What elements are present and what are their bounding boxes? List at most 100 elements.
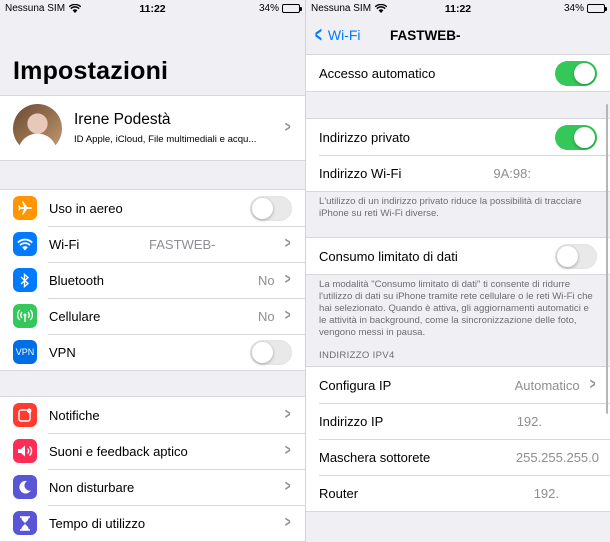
status-bar: Nessuna SIM 11:22 34% [0,0,305,17]
auto-join-toggle[interactable] [555,60,597,86]
auto-join-label: Accesso automatico [319,65,436,81]
chevron-right-icon: > [284,442,291,459]
wifi-address-label: Indirizzo Wi-Fi [319,165,402,181]
configure-ip-row[interactable]: Configura IP Automatico > [306,367,610,403]
carrier-label: Nessuna SIM [311,3,372,14]
carrier-label: Nessuna SIM [5,3,66,14]
sidebar-item-label: Cellulare [49,308,101,324]
wifi-network-value: FASTWEB- [149,236,216,252]
chevron-right-icon: > [284,307,291,324]
subnet-mask-value: 255.255.255.0 [515,449,599,465]
back-button[interactable]: < Wi-Fi [312,24,361,46]
sidebar-item-label: VPN [49,344,76,360]
battery-percent: 34% [258,3,279,14]
low-data-group: Consumo limitato di dati [306,237,610,275]
wifi-detail-panel: Nessuna SIM 11:22 34% < Wi-Fi FASTWEB- A… [305,0,610,542]
sidebar-item-label: Notifiche [49,407,100,423]
notifications-group: Notifiche > Suoni e feedback aptico > No… [0,396,305,542]
settings-row-bluetooth[interactable]: Bluetooth No > [0,262,305,298]
airplane-icon [13,196,37,220]
router-value: 192. [533,485,559,501]
wifi-signal-icon [375,4,388,13]
status-bar: Nessuna SIM 11:22 34% [306,0,610,17]
wifi-address-value: 9A:98: [493,165,531,181]
low-data-footnote: La modalità "Consumo limitato di dati" t… [319,279,593,338]
private-address-group: Indirizzo privato Indirizzo Wi-Fi 9A:98: [306,118,610,192]
private-address-toggle[interactable] [555,124,597,150]
sidebar-item-label: Suoni e feedback aptico [49,443,188,459]
profile-name: Irene Podestà [74,111,171,128]
notifications-icon [13,403,37,427]
apple-id-profile-row[interactable]: Irene Podestà ID Apple, iCloud, File mul… [0,95,305,161]
ipv4-group: Configura IP Automatico > Indirizzo IP 1… [306,366,610,512]
chevron-right-icon: > [284,406,291,423]
page-title: FASTWEB- [390,27,461,43]
settings-row-airplane-mode[interactable]: Uso in aereo [0,190,305,226]
low-data-label: Consumo limitato di dati [319,248,458,264]
wifi-address-row: Indirizzo Wi-Fi 9A:98: [306,155,610,191]
low-data-row[interactable]: Consumo limitato di dati [306,238,610,274]
sidebar-item-label: Non disturbare [49,479,135,495]
low-data-toggle[interactable] [555,243,597,269]
cellular-value: No [258,308,275,324]
chevron-right-icon: > [589,376,596,393]
battery-percent: 34% [563,3,584,14]
ipv4-section-header: INDIRIZZO IPV4 [319,350,395,361]
vpn-icon: VPN [13,340,37,364]
chevron-left-icon: < [314,22,322,47]
router-label: Router [319,485,359,501]
settings-row-vpn[interactable]: VPN VPN [0,334,305,370]
avatar [13,103,62,153]
router-row: Router 192. [306,475,610,511]
bluetooth-icon [13,268,37,292]
settings-panel: Nessuna SIM 11:22 34% Impostazioni Irene… [0,0,305,542]
connectivity-group: Uso in aereo Wi-Fi FASTWEB- > Bluetooth … [0,189,305,371]
chevron-right-icon: > [284,514,291,531]
wifi-icon [13,232,37,256]
wifi-signal-icon [69,4,82,13]
ip-address-label: Indirizzo IP [319,413,384,429]
chevron-right-icon: > [284,271,291,288]
subnet-mask-label: Maschera sottorete [319,449,431,465]
settings-row-wifi[interactable]: Wi-Fi FASTWEB- > [0,226,305,262]
battery-group: 34% [258,3,302,14]
vpn-toggle[interactable] [250,339,292,365]
hourglass-icon [13,511,37,535]
sidebar-item-label: Bluetooth [49,272,104,288]
chevron-right-icon: > [284,119,291,136]
bluetooth-value: No [258,272,275,288]
settings-row-notifications[interactable]: Notifiche > [0,397,305,433]
battery-group: 34% [563,3,607,14]
chevron-right-icon: > [284,478,291,495]
navigation-bar: < Wi-Fi FASTWEB- [306,17,610,53]
page-title: Impostazioni [13,57,169,85]
carrier-group: Nessuna SIM [311,3,388,14]
private-address-row[interactable]: Indirizzo privato [306,119,610,155]
carrier-group: Nessuna SIM [5,3,82,14]
sidebar-item-label: Uso in aereo [49,200,123,216]
back-button-label: Wi-Fi [327,27,361,43]
ip-address-value: 192. [516,413,542,429]
auto-join-group: Accesso automatico [306,54,610,92]
private-address-footnote: L'utilizzo di un indirizzo privato riduc… [319,196,582,219]
configure-ip-value: Automatico [514,377,580,393]
subnet-mask-row: Maschera sottorete 255.255.255.0 [306,439,610,475]
ip-address-row: Indirizzo IP 192. [306,403,610,439]
battery-icon [282,4,302,13]
moon-icon [13,475,37,499]
settings-row-sounds[interactable]: Suoni e feedback aptico > [0,433,305,469]
settings-row-cellular[interactable]: Cellulare No > [0,298,305,334]
airplane-mode-toggle[interactable] [250,195,292,221]
sidebar-item-label: Tempo di utilizzo [49,515,146,531]
battery-icon [587,4,607,13]
profile-text: Irene Podestà ID Apple, iCloud, File mul… [74,111,283,145]
cellular-icon [13,304,37,328]
settings-row-screen-time[interactable]: Tempo di utilizzo > [0,505,305,541]
scrollbar[interactable] [605,104,608,414]
profile-subtitle: ID Apple, iCloud, File multimediali e ac… [74,134,257,145]
private-address-label: Indirizzo privato [319,129,411,145]
sounds-icon [13,439,37,463]
settings-row-do-not-disturb[interactable]: Non disturbare > [0,469,305,505]
configure-ip-label: Configura IP [319,377,392,393]
auto-join-row[interactable]: Accesso automatico [306,55,610,91]
